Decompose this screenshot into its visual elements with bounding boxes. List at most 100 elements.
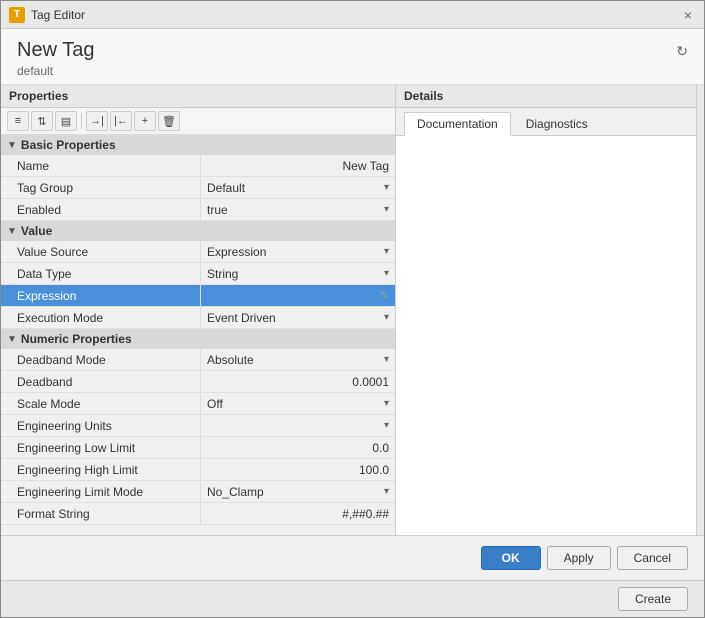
toolbar-add-btn[interactable]: +	[134, 111, 156, 131]
chevron-down-icon: ▾	[384, 486, 389, 497]
properties-table: ▼ Basic Properties Name New Tag Tag Grou…	[1, 135, 395, 535]
refresh-icon[interactable]: ↻	[676, 43, 688, 60]
numeric-properties-label: Numeric Properties	[21, 332, 132, 346]
table-row: Data Type String ▾	[1, 263, 395, 285]
prop-label-deadband: Deadband	[1, 371, 201, 392]
header-info: New Tag default	[17, 39, 94, 78]
tag-name-title: New Tag	[17, 39, 94, 62]
footer-buttons: OK Apply Cancel	[1, 535, 704, 580]
table-row: Enabled true ▾	[1, 199, 395, 221]
prop-value-taggroup[interactable]: Default ▾	[201, 177, 395, 198]
prop-label-englimitmode: Engineering Limit Mode	[1, 481, 201, 502]
prop-label-name: Name	[1, 155, 201, 176]
tag-group-subtitle: default	[17, 64, 94, 78]
table-row: Tag Group Default ▾	[1, 177, 395, 199]
section-numeric-properties[interactable]: ▼ Numeric Properties	[1, 329, 395, 349]
prop-value-datatype[interactable]: String ▾	[201, 263, 395, 284]
chevron-down-icon: ▾	[384, 354, 389, 365]
prop-label-scalemode: Scale Mode	[1, 393, 201, 414]
title-bar: T Tag Editor ×	[1, 1, 704, 29]
prop-label-englowlimit: Engineering Low Limit	[1, 437, 201, 458]
tabs-row: Documentation Diagnostics	[396, 108, 696, 136]
dialog-title: Tag Editor	[31, 8, 85, 22]
table-row: Engineering Low Limit 0.0	[1, 437, 395, 459]
create-button[interactable]: Create	[618, 587, 688, 611]
table-row: Format String #,##0.##	[1, 503, 395, 525]
prop-value-scalemode[interactable]: Off ▾	[201, 393, 395, 414]
value-label: Value	[21, 224, 52, 238]
prop-label-datatype: Data Type	[1, 263, 201, 284]
tab-content-documentation	[396, 136, 696, 535]
prop-value-enabled[interactable]: true ▾	[201, 199, 395, 220]
basic-properties-label: Basic Properties	[21, 138, 116, 152]
prop-label-deadbandmode: Deadband Mode	[1, 349, 201, 370]
table-row: Engineering Limit Mode No_Clamp ▾	[1, 481, 395, 503]
properties-toolbar: ≡ ⇅ ▤ →| |← + 🗑	[1, 108, 395, 135]
chevron-down-icon: ▾	[384, 182, 389, 193]
prop-label-enabled: Enabled	[1, 199, 201, 220]
table-row: Engineering High Limit 100.0	[1, 459, 395, 481]
chevron-down-icon: ▾	[384, 204, 389, 215]
prop-value-enghighlimit[interactable]: 100.0	[201, 459, 395, 480]
chevron-down-icon: ▾	[384, 312, 389, 323]
table-row: Scale Mode Off ▾	[1, 393, 395, 415]
prop-value-valuesource[interactable]: Expression ▾	[201, 241, 395, 262]
tab-documentation[interactable]: Documentation	[404, 112, 511, 136]
ok-button[interactable]: OK	[481, 546, 541, 570]
table-row: Value Source Expression ▾	[1, 241, 395, 263]
table-row: Deadband 0.0001	[1, 371, 395, 393]
main-content: Properties ≡ ⇅ ▤ →| |← + 🗑 ▼ Basic Prope…	[1, 85, 704, 535]
header-section: New Tag default ↻	[1, 29, 704, 85]
table-row-expression[interactable]: Expression ✎	[1, 285, 395, 307]
right-panel: Details Documentation Diagnostics	[396, 85, 696, 535]
chevron-down-icon: ▾	[384, 246, 389, 257]
cancel-button[interactable]: Cancel	[617, 546, 688, 570]
apply-button[interactable]: Apply	[547, 546, 611, 570]
toolbar-list-btn[interactable]: ≡	[7, 111, 29, 131]
prop-label-formatstring: Format String	[1, 503, 201, 524]
prop-label-valuesource: Value Source	[1, 241, 201, 262]
prop-value-executionmode[interactable]: Event Driven ▾	[201, 307, 395, 328]
prop-value-deadbandmode[interactable]: Absolute ▾	[201, 349, 395, 370]
edit-icon: ✎	[380, 289, 389, 302]
table-row: Name New Tag	[1, 155, 395, 177]
properties-header: Properties	[1, 85, 395, 108]
section-basic-properties[interactable]: ▼ Basic Properties	[1, 135, 395, 155]
prop-label-engunits: Engineering Units	[1, 415, 201, 436]
prop-label-expression: Expression	[1, 285, 201, 306]
toolbar-sort-btn[interactable]: ⇅	[31, 111, 53, 131]
table-row: Deadband Mode Absolute ▾	[1, 349, 395, 371]
toolbar-collapse-btn[interactable]: |←	[110, 111, 132, 131]
tag-editor-dialog: T Tag Editor × New Tag default ↻ Propert…	[0, 0, 705, 618]
toolbar-table-btn[interactable]: ▤	[55, 111, 77, 131]
section-value[interactable]: ▼ Value	[1, 221, 395, 241]
prop-value-expression[interactable]: ✎	[201, 285, 395, 306]
table-row: Engineering Units ▾	[1, 415, 395, 437]
prop-value-englowlimit[interactable]: 0.0	[201, 437, 395, 458]
close-button[interactable]: ×	[680, 7, 696, 23]
toolbar-expand-btn[interactable]: →|	[86, 111, 108, 131]
prop-value-formatstring[interactable]: #,##0.##	[201, 503, 395, 524]
title-bar-left: T Tag Editor	[9, 7, 85, 23]
chevron-down-icon: ▾	[384, 268, 389, 279]
prop-label-taggroup: Tag Group	[1, 177, 201, 198]
numeric-toggle-icon: ▼	[7, 334, 17, 345]
prop-value-name[interactable]: New Tag	[201, 155, 395, 176]
basic-toggle-icon: ▼	[7, 140, 17, 151]
table-row: Execution Mode Event Driven ▾	[1, 307, 395, 329]
toolbar-sep1	[81, 113, 82, 129]
prop-label-executionmode: Execution Mode	[1, 307, 201, 328]
details-header: Details	[396, 85, 696, 108]
toolbar-delete-btn[interactable]: 🗑	[158, 111, 180, 131]
value-toggle-icon: ▼	[7, 226, 17, 237]
footer-bottom: Create	[1, 580, 704, 617]
prop-value-engunits[interactable]: ▾	[201, 415, 395, 436]
prop-value-deadband[interactable]: 0.0001	[201, 371, 395, 392]
prop-value-englimitmode[interactable]: No_Clamp ▾	[201, 481, 395, 502]
prop-label-enghighlimit: Engineering High Limit	[1, 459, 201, 480]
tab-diagnostics[interactable]: Diagnostics	[513, 112, 601, 135]
side-scrollbar[interactable]	[696, 85, 704, 535]
chevron-down-icon: ▾	[384, 420, 389, 431]
left-panel: Properties ≡ ⇅ ▤ →| |← + 🗑 ▼ Basic Prope…	[1, 85, 396, 535]
chevron-down-icon: ▾	[384, 398, 389, 409]
